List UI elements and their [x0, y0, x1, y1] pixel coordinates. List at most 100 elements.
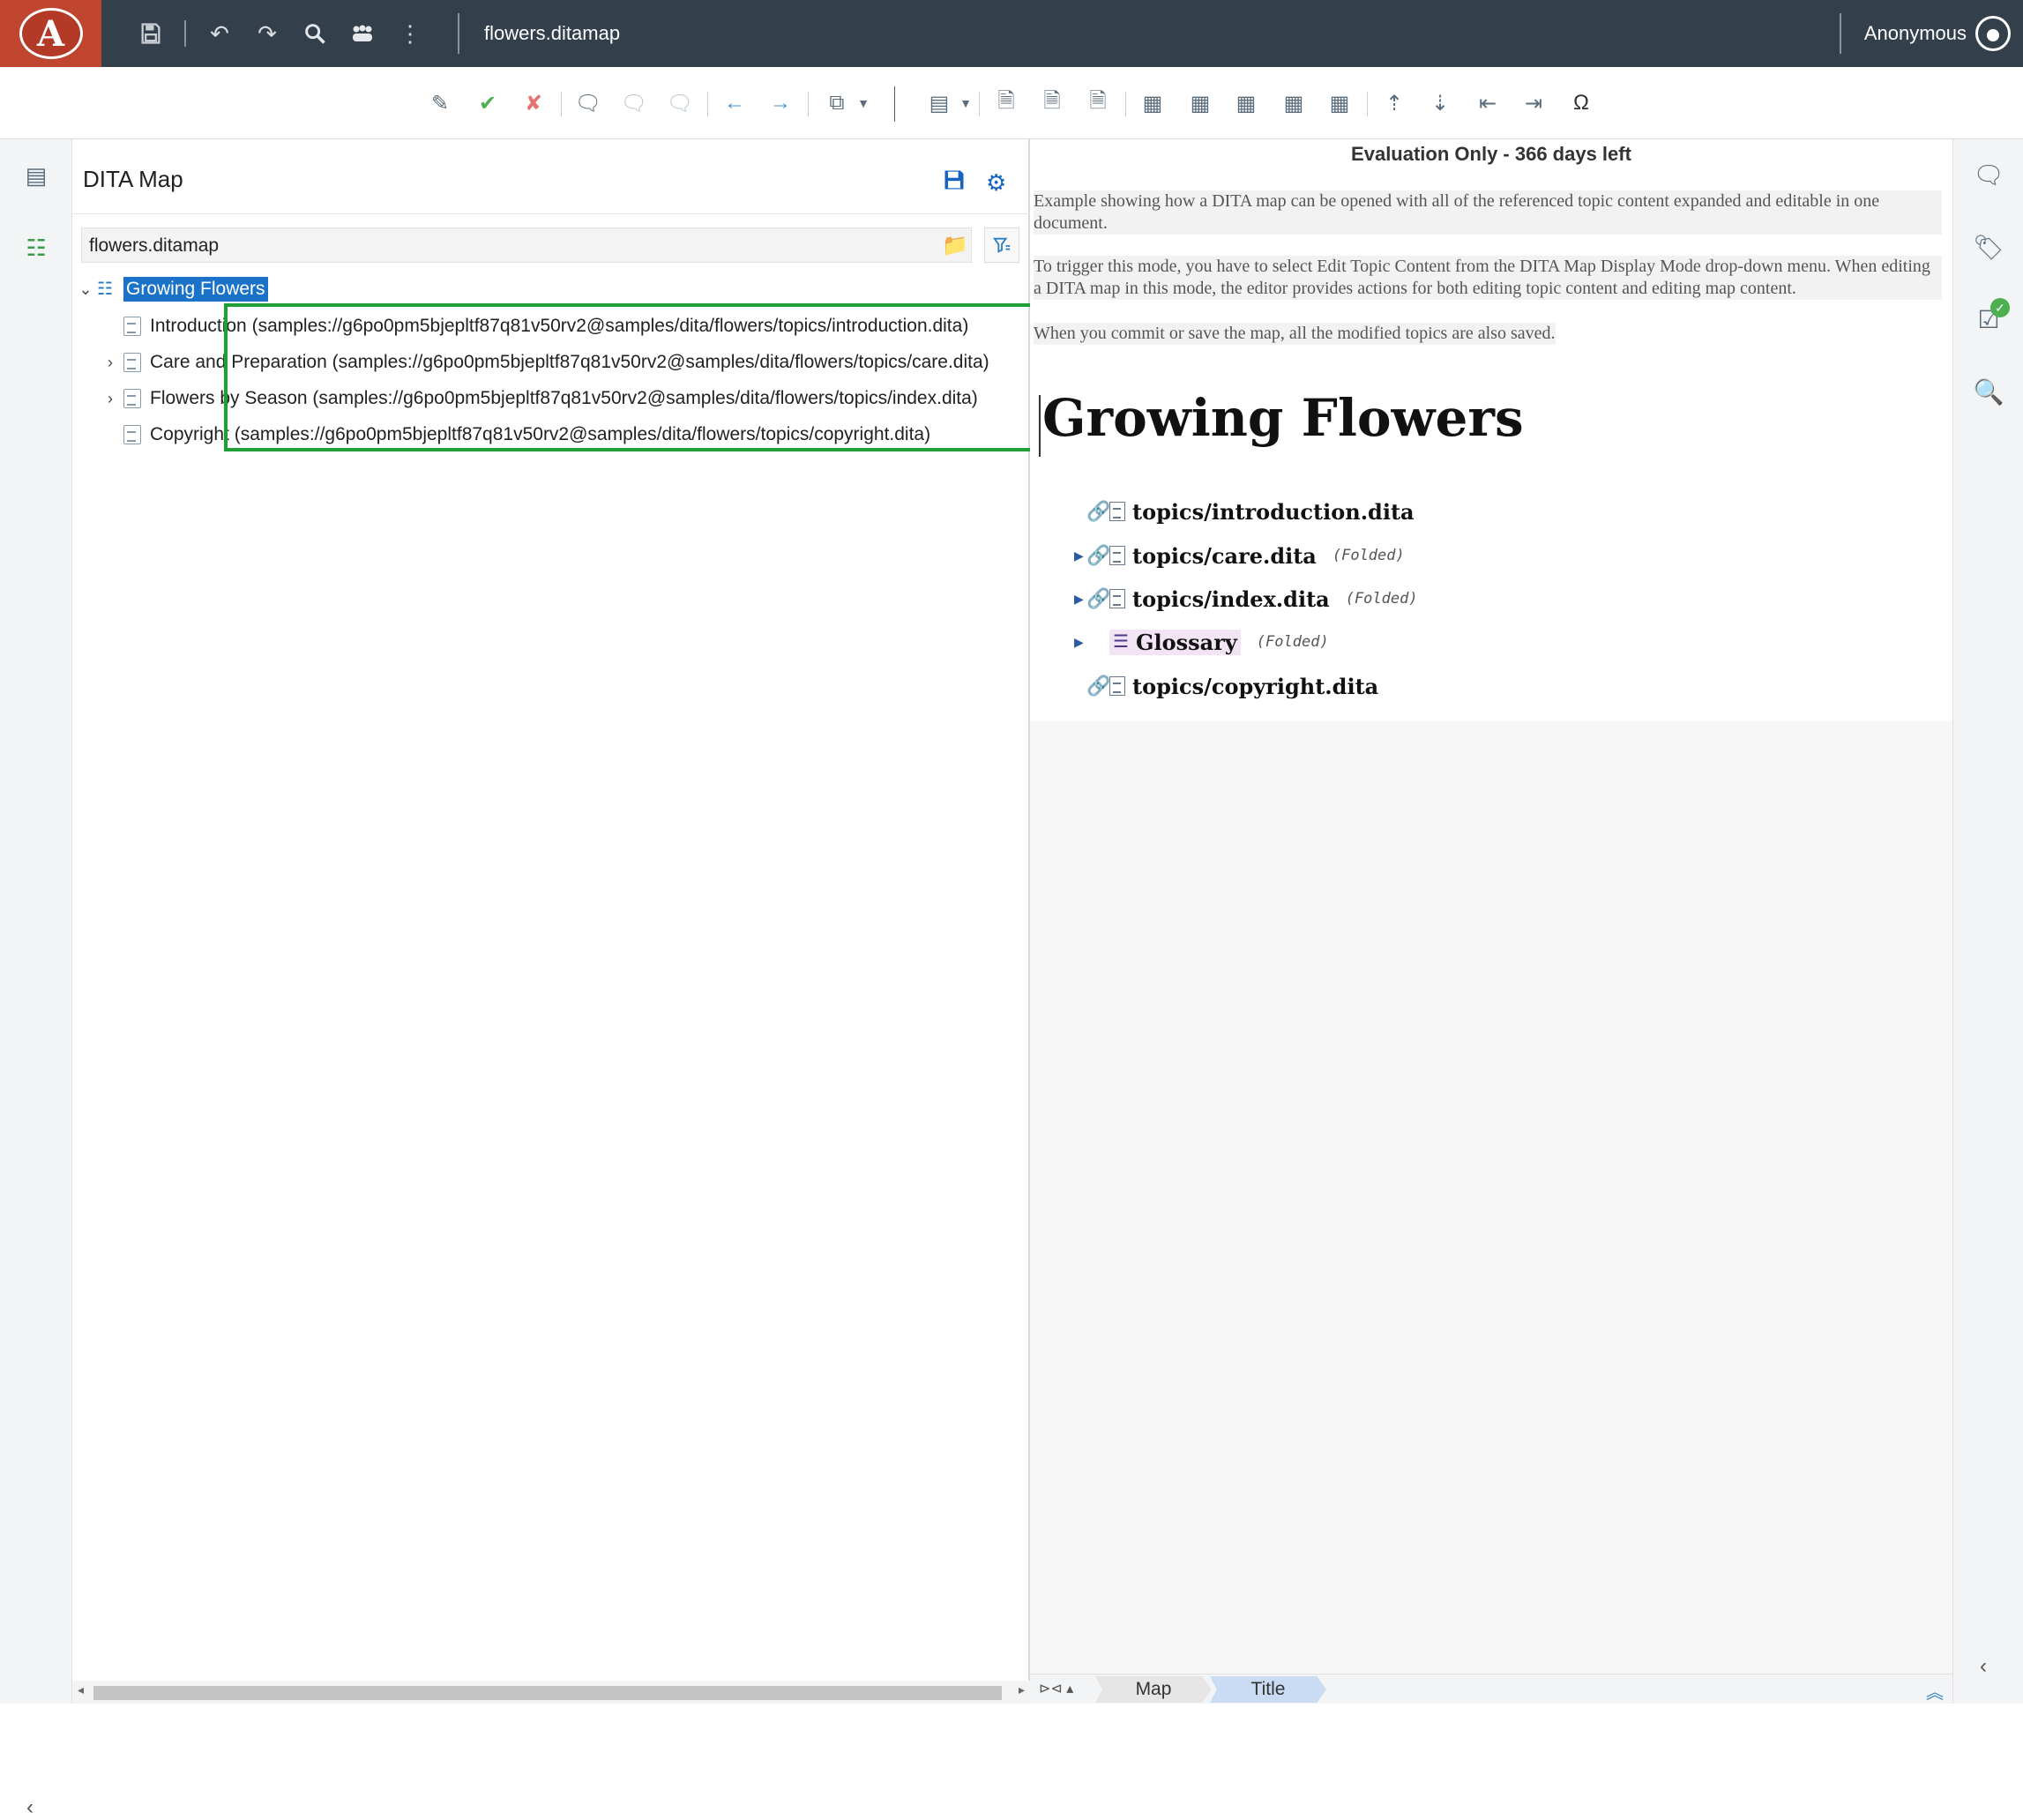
- link-icon: 🔗: [1086, 675, 1111, 697]
- tree-item[interactable]: › Flowers by Season (samples://g6po0pm5b…: [102, 381, 978, 416]
- tree-item-label[interactable]: Care and Preparation (samples://g6po0pm5…: [150, 352, 989, 373]
- gear-icon[interactable]: ⚙: [986, 169, 1006, 197]
- scroll-left-icon[interactable]: ◂: [78, 1682, 84, 1697]
- chevron-right-icon[interactable]: ›: [102, 354, 118, 372]
- user-name[interactable]: Anonymous: [1864, 22, 1967, 45]
- map-icon: ☷: [97, 280, 113, 299]
- promote-icon[interactable]: ⇤: [1473, 88, 1503, 118]
- topic-ref-row[interactable]: 🔗 topics/introduction.dita: [1074, 494, 1415, 529]
- edit-comment-icon[interactable]: 🗨: [619, 88, 649, 118]
- dita-map-view-icon[interactable]: ▤: [19, 159, 53, 192]
- topic-head-label[interactable]: Glossary: [1136, 630, 1237, 655]
- search-icon[interactable]: [301, 19, 329, 48]
- insert-reltable-icon[interactable]: ▦: [1231, 88, 1261, 118]
- tree-item-label[interactable]: Introduction (samples://g6po0pm5bjepltf8…: [150, 316, 968, 337]
- insert-column-icon[interactable]: ▦: [1279, 88, 1309, 118]
- redo-icon[interactable]: ↷: [253, 19, 281, 48]
- topic-head-row[interactable]: ▶ ☰ Glossary (Folded): [1074, 624, 1329, 660]
- comment-icon[interactable]: 🗨: [1971, 157, 2006, 192]
- topic-ref-label[interactable]: topics/copyright.dita: [1132, 674, 1378, 699]
- collapse-right-icon[interactable]: ‹: [1980, 1654, 1987, 1679]
- reject-change-icon[interactable]: ✘: [519, 88, 549, 118]
- tag-icon[interactable]: 🏷: [1971, 229, 2006, 265]
- topic-icon: [1109, 676, 1125, 696]
- save-icon[interactable]: [137, 19, 165, 48]
- text-caret: [1039, 395, 1041, 457]
- demote-icon[interactable]: ⇥: [1519, 88, 1549, 118]
- insert-new-topic-icon[interactable]: 🗎: [1037, 88, 1067, 118]
- breadcrumb-title[interactable]: Title: [1210, 1676, 1326, 1703]
- document-title: flowers.ditamap: [484, 22, 621, 44]
- user-avatar-icon[interactable]: [1975, 16, 2011, 51]
- move-down-icon[interactable]: ⇣: [1425, 88, 1455, 118]
- validation-icon[interactable]: ☑ ✓: [1971, 298, 2010, 337]
- edit-toolbar: ✎ ✔ ✘ 🗨 🗨 🗨 ← → ⧉ ▼ ▤ ▼ 🗎 🗎 🗎 ▦ ▦ ▦ ▦ ▦ …: [0, 67, 2023, 139]
- tree-item[interactable]: Introduction (samples://g6po0pm5bjepltf8…: [102, 309, 968, 344]
- map-file-field[interactable]: flowers.ditamap: [81, 228, 972, 263]
- topic-ref-label[interactable]: topics/introduction.dita: [1132, 499, 1415, 525]
- topic-ref-label[interactable]: topics/care.dita: [1132, 543, 1317, 569]
- tree-root-row[interactable]: ⌄ ☷ Growing Flowers: [78, 272, 268, 307]
- editor-document[interactable]: Evaluation Only - 366 days left Example …: [1030, 139, 1952, 721]
- track-changes-icon[interactable]: ✎: [425, 88, 455, 118]
- chevron-up-icon[interactable]: ︽: [1926, 1678, 1944, 1704]
- dita-map-panel: DITA Map ⚙ flowers.ditamap 📁 ⌄ ☷ Growing…: [72, 139, 1030, 1704]
- users-icon[interactable]: [348, 19, 377, 48]
- topic-ref-row[interactable]: 🔗 topics/copyright.dita: [1074, 668, 1378, 704]
- insert-topic-reference-icon[interactable]: 🗎: [991, 88, 1021, 118]
- description-paragraph[interactable]: Example showing how a DITA map can be op…: [1034, 190, 1942, 235]
- insert-topic-group-icon[interactable]: ▦: [1185, 88, 1215, 118]
- collapse-left-icon[interactable]: ‹: [26, 1795, 34, 1820]
- description-paragraph[interactable]: To trigger this mode, you have to select…: [1034, 256, 1942, 300]
- scroll-right-icon[interactable]: ▸: [1019, 1682, 1025, 1697]
- topic-ref-label[interactable]: topics/index.dita: [1132, 586, 1330, 612]
- app-logo[interactable]: A: [0, 0, 101, 67]
- accept-change-icon[interactable]: ✔: [473, 88, 503, 118]
- expand-triangle-icon[interactable]: ▶: [1074, 592, 1086, 607]
- topic-ref-row[interactable]: ▶ 🔗 topics/index.dita (Folded): [1074, 581, 1418, 616]
- remove-comment-icon[interactable]: 🗨: [665, 88, 695, 118]
- insert-row-icon[interactable]: ▦: [1325, 88, 1355, 118]
- outline-view-icon[interactable]: ☷: [19, 231, 53, 265]
- horizontal-scrollbar[interactable]: ◂ ▸: [72, 1681, 1030, 1704]
- topic-icon: [1109, 502, 1125, 521]
- previous-change-icon[interactable]: ←: [720, 88, 750, 118]
- undo-icon[interactable]: ↶: [205, 19, 234, 48]
- expand-triangle-icon[interactable]: ▶: [1074, 548, 1086, 563]
- insert-key-definition-icon[interactable]: 🗎: [1083, 88, 1113, 118]
- folder-icon[interactable]: 📁: [942, 233, 968, 258]
- chevron-right-icon[interactable]: ›: [102, 390, 118, 408]
- folded-marker: (Folded): [1345, 590, 1418, 608]
- next-change-icon[interactable]: →: [765, 88, 795, 118]
- left-side-strip: ▤ ☷ ‹: [0, 139, 72, 1819]
- toolbar-separator: [184, 20, 186, 47]
- display-mode-icon[interactable]: ▤: [924, 88, 954, 118]
- chevron-down-icon[interactable]: ⌄: [78, 280, 93, 299]
- map-title[interactable]: Growing Flowers: [1042, 388, 1524, 448]
- manage-changes-icon[interactable]: ⧉: [822, 88, 852, 118]
- save-map-icon[interactable]: [942, 168, 967, 198]
- expand-triangle-icon[interactable]: ▶: [1074, 635, 1086, 650]
- special-characters-icon[interactable]: Ω: [1566, 88, 1596, 118]
- tree-item-label[interactable]: Flowers by Season (samples://g6po0pm5bje…: [150, 388, 978, 409]
- tree-item[interactable]: › Care and Preparation (samples://g6po0p…: [102, 345, 989, 380]
- topic-ref-row[interactable]: ▶ 🔗 topics/care.dita (Folded): [1074, 538, 1405, 573]
- tags-display-icon[interactable]: ⊳⊲ ▴: [1039, 1680, 1073, 1697]
- tree-root-label[interactable]: Growing Flowers: [123, 277, 268, 302]
- breadcrumb-map[interactable]: Map: [1095, 1676, 1212, 1703]
- move-up-icon[interactable]: ⇡: [1379, 88, 1409, 118]
- scrollbar-thumb[interactable]: [93, 1686, 1002, 1700]
- insert-topic-heading-icon[interactable]: ▦: [1138, 88, 1168, 118]
- filter-icon[interactable]: [984, 228, 1019, 263]
- panel-title: DITA Map: [83, 166, 183, 192]
- tree-item[interactable]: Copyright (samples://g6po0pm5bjepltf87q8…: [102, 417, 930, 452]
- chevron-down-icon[interactable]: ▼: [848, 88, 878, 118]
- description-paragraph[interactable]: When you commit or save the map, all the…: [1034, 323, 1556, 345]
- topic-icon: [123, 317, 141, 336]
- more-options-icon[interactable]: ⋮: [396, 19, 424, 48]
- add-comment-icon[interactable]: 🗨: [573, 88, 603, 118]
- find-icon[interactable]: 🔍: [1971, 374, 2006, 409]
- chevron-down-icon[interactable]: ▼: [951, 88, 981, 118]
- title-separator: [458, 13, 459, 54]
- tree-item-label[interactable]: Copyright (samples://g6po0pm5bjepltf87q8…: [150, 424, 930, 445]
